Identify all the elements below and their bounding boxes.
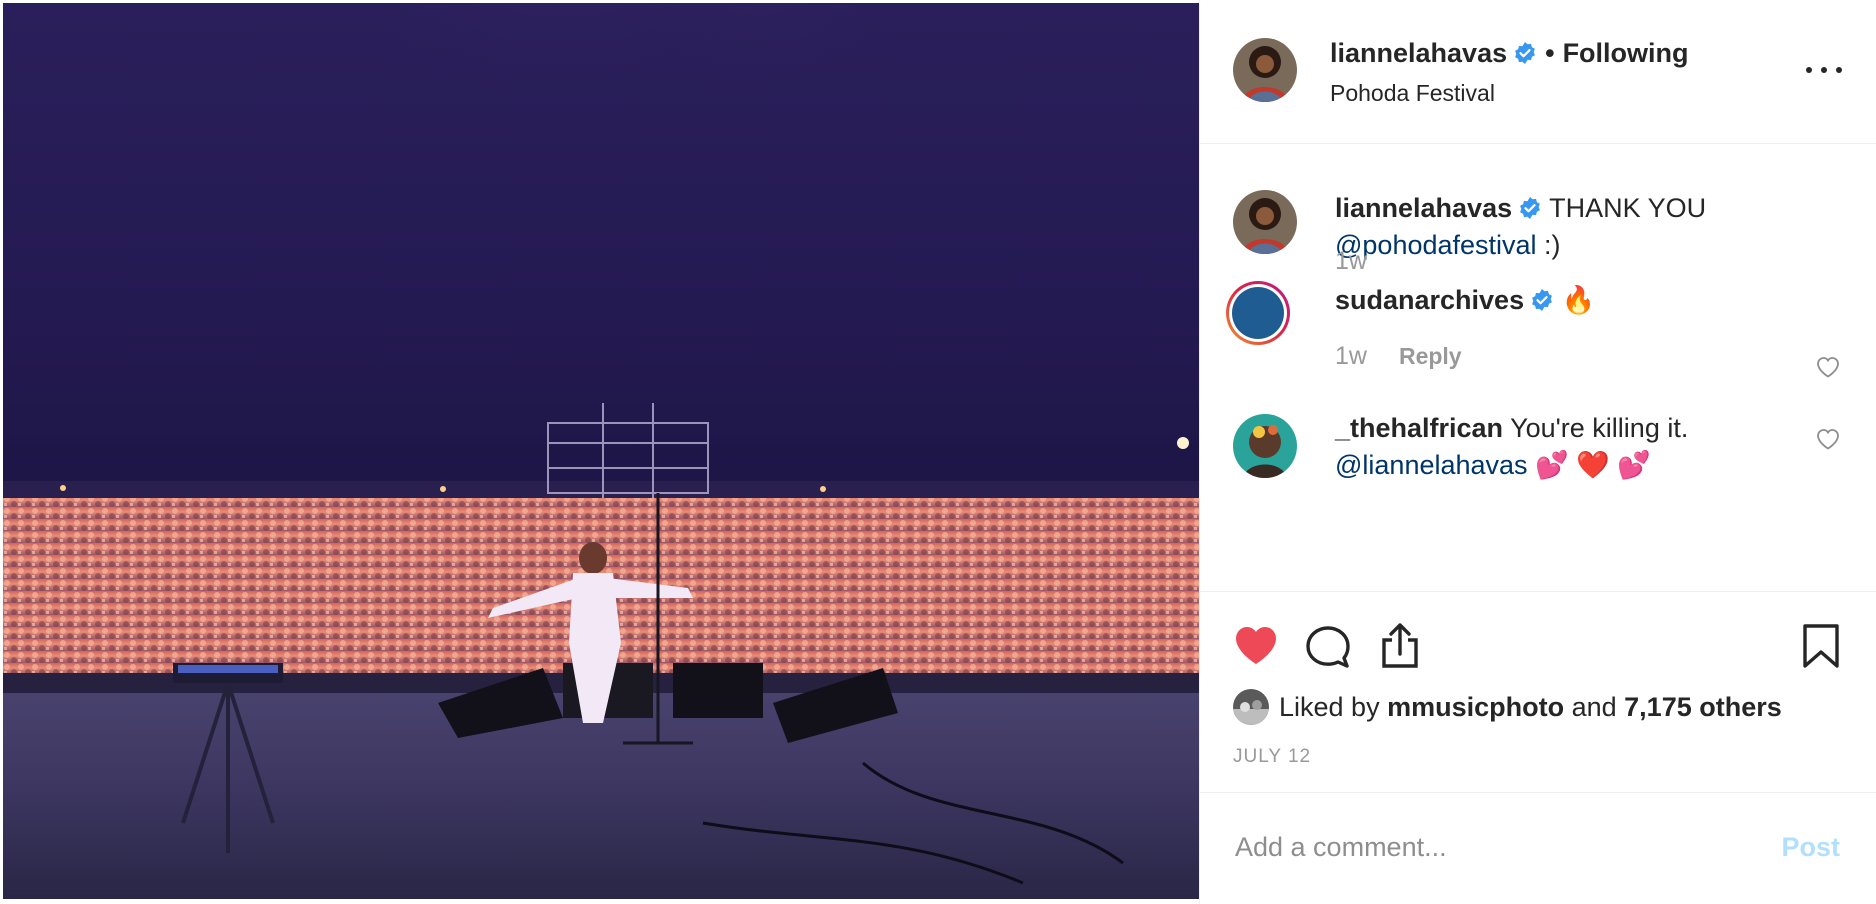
author-username[interactable]: liannelahavas <box>1330 38 1507 68</box>
comment-text-after: 💕 ❤️ 💕 <box>1527 450 1651 480</box>
reply-button[interactable]: Reply <box>1399 343 1462 369</box>
likes-prefix: Liked by <box>1279 691 1388 722</box>
share-icon[interactable] <box>1376 622 1424 670</box>
comment: sudanarchives 🔥 <box>1335 282 1595 319</box>
verified-badge-icon <box>1513 41 1537 65</box>
liker-avatar[interactable] <box>1233 689 1269 725</box>
comment-mention[interactable]: @liannelahavas <box>1335 450 1528 480</box>
story-ring-avatar[interactable] <box>1226 281 1290 345</box>
post-comment-button[interactable]: Post <box>1781 832 1840 863</box>
comment-text: THANK YOU <box>1549 193 1707 223</box>
instagram-post-modal: liannelahavas • Following Pohoda Festival … <box>0 0 1876 904</box>
post-date[interactable]: JULY 12 <box>1233 746 1311 768</box>
comment-username[interactable]: _thehalfrican <box>1335 413 1503 443</box>
comment-timestamp[interactable]: 1w <box>1335 247 1367 276</box>
like-comment-heart-icon[interactable] <box>1816 356 1840 378</box>
verified-badge-icon <box>1530 288 1554 312</box>
author-avatar[interactable] <box>1233 38 1297 102</box>
post-photo[interactable] <box>3 3 1199 899</box>
like-comment-heart-icon[interactable] <box>1816 428 1840 450</box>
more-options-icon[interactable] <box>1804 60 1844 80</box>
comment-username[interactable]: sudanarchives <box>1335 285 1524 315</box>
comment: _thehalfrican You're killing it. @lianne… <box>1335 410 1688 484</box>
comment-text-after: :) <box>1536 230 1561 260</box>
comments-list[interactable]: liannelahavas THANK YOU @pohodafestival … <box>1200 144 1876 590</box>
comment-text: You're killing it. <box>1510 413 1689 443</box>
liker-username[interactable]: mmusicphoto <box>1387 692 1564 723</box>
post-header: liannelahavas • Following Pohoda Festival <box>1200 0 1876 144</box>
comment-timestamp[interactable]: 1w <box>1335 342 1367 370</box>
add-comment-bar: Post <box>1200 792 1876 904</box>
comment-text: 🔥 <box>1561 285 1596 315</box>
post-author-line: liannelahavas • Following <box>1330 38 1689 69</box>
comment-input[interactable] <box>1233 822 1717 872</box>
comment-meta: 1w Reply <box>1335 342 1462 371</box>
likes-middle: and <box>1564 691 1625 722</box>
comment-username[interactable]: liannelahavas <box>1335 193 1512 223</box>
heart-icon[interactable] <box>1232 622 1280 670</box>
following-button[interactable]: Following <box>1563 38 1689 68</box>
likes-count[interactable]: 7,175 others <box>1624 692 1782 723</box>
verified-badge-icon <box>1518 196 1542 220</box>
follow-separator: • <box>1545 38 1555 68</box>
comment-icon[interactable] <box>1304 622 1352 670</box>
post-side-panel: liannelahavas • Following Pohoda Festival … <box>1199 0 1876 904</box>
caption: liannelahavas THANK YOU @pohodafestival … <box>1335 190 1706 264</box>
bookmark-icon[interactable] <box>1797 622 1845 670</box>
concert-stage-image <box>3 3 1199 899</box>
commenter-avatar[interactable] <box>1233 414 1297 478</box>
post-location[interactable]: Pohoda Festival <box>1330 80 1495 107</box>
caption-author-avatar[interactable] <box>1233 190 1297 254</box>
post-actions-section: Liked by mmusicphoto and 7,175 others JU… <box>1200 591 1876 793</box>
likes-summary: Liked by mmusicphoto and 7,175 others <box>1233 689 1782 725</box>
